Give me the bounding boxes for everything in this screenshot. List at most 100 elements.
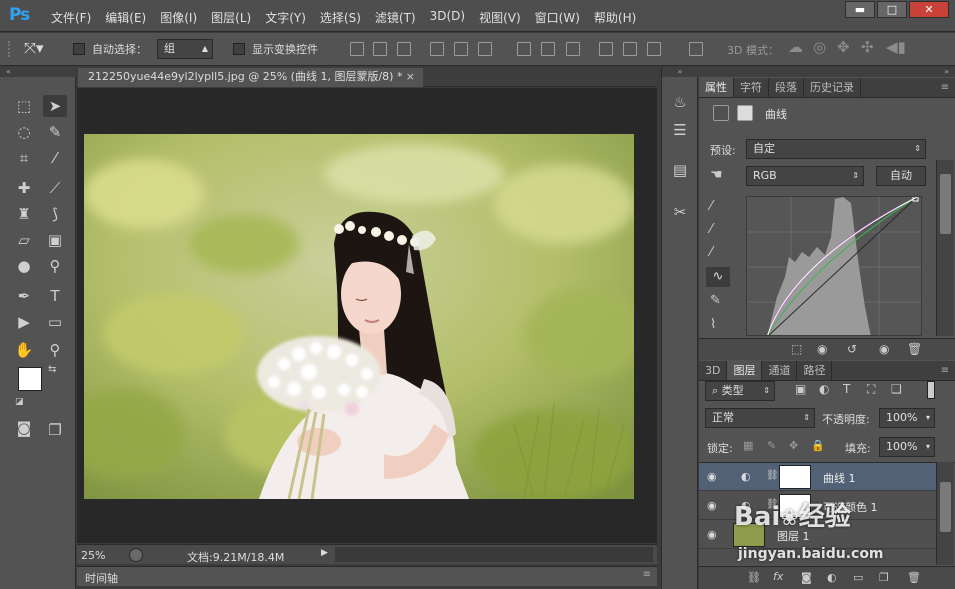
add-mask-icon[interactable]: ◙ <box>801 571 812 584</box>
properties-scroll-thumb[interactable] <box>940 174 951 234</box>
layer-row-curves[interactable]: ◉ ◐ ⛓ 曲线 1 <box>699 463 936 491</box>
show-transform-checkbox[interactable] <box>233 43 245 55</box>
distribute-right-icon[interactable] <box>647 42 661 56</box>
gray-point-eyedropper-icon[interactable]: ⁄ <box>710 222 712 237</box>
distribute-top-icon[interactable] <box>517 42 531 56</box>
quick-mask-icon[interactable]: ◙ <box>12 417 36 439</box>
view-previous-icon[interactable]: ◉ <box>817 342 827 356</box>
align-vcenter-icon[interactable] <box>373 42 387 56</box>
smooth-curve-icon[interactable]: ⌇ <box>710 317 716 332</box>
visibility-eye-icon[interactable]: ◉ <box>707 528 717 541</box>
layers-scroll-thumb[interactable] <box>940 482 951 532</box>
preset-dropdown[interactable]: 自定 ⇕ <box>746 139 926 159</box>
auto-select-dropdown[interactable]: 组 ▲ <box>157 39 213 59</box>
distribute-left-icon[interactable] <box>599 42 613 56</box>
layer-filter-dropdown[interactable]: ⌕ 类型 ⇕ <box>705 381 775 401</box>
lasso-tool-icon[interactable]: ◌ <box>12 121 36 143</box>
menu-file[interactable]: 文件(F) <box>51 9 91 26</box>
filter-pixel-icon[interactable]: ▣ <box>795 382 806 396</box>
menu-3d[interactable]: 3D(D) <box>430 9 465 26</box>
layers-menu-icon[interactable]: ≡ <box>941 361 955 380</box>
align-left-icon[interactable] <box>430 42 444 56</box>
status-menu-arrow-icon[interactable]: ▶ <box>321 548 328 558</box>
curves-graph[interactable] <box>746 196 922 336</box>
healing-brush-tool-icon[interactable]: ✚ <box>12 177 36 199</box>
dock-collapse-icon[interactable]: » <box>662 67 698 77</box>
align-right-icon[interactable] <box>478 42 492 56</box>
layers-scrollbar[interactable] <box>936 462 954 565</box>
reset-icon[interactable]: ↺ <box>847 342 857 356</box>
status-info-icon[interactable] <box>129 548 143 562</box>
tab-paths[interactable]: 路径 <box>797 361 833 380</box>
layer-mask-icon[interactable] <box>737 105 753 121</box>
menu-select[interactable]: 选择(S) <box>320 9 361 26</box>
new-group-icon[interactable]: ▭ <box>853 571 863 584</box>
channel-dropdown[interactable]: RGB ⇕ <box>746 166 864 186</box>
tab-history[interactable]: 历史记录 <box>804 78 861 97</box>
timeline-menu-icon[interactable]: ≡ <box>643 569 651 580</box>
filter-adjustment-icon[interactable]: ◐ <box>819 382 829 396</box>
layer-mask-thumbnail[interactable] <box>779 465 811 489</box>
foreground-color-swatch[interactable] <box>18 367 42 391</box>
close-window-button[interactable]: ✕ <box>909 1 949 18</box>
hand-tool-icon[interactable]: ✋ <box>12 339 36 361</box>
align-hcenter-icon[interactable] <box>454 42 468 56</box>
tool-presets-panel-icon[interactable]: ✂ <box>669 201 691 223</box>
quick-select-tool-icon[interactable]: ✎ <box>43 121 67 143</box>
properties-scrollbar[interactable] <box>936 160 954 336</box>
distribute-vcenter-icon[interactable] <box>541 42 555 56</box>
dodge-tool-icon[interactable]: ⚲ <box>43 255 67 277</box>
eyedropper-tool-icon[interactable]: ⁄ <box>43 147 67 169</box>
tab-3d[interactable]: 3D <box>699 361 728 380</box>
type-tool-icon[interactable]: T <box>43 285 67 307</box>
visibility-eye-icon[interactable]: ◉ <box>707 470 717 483</box>
document-tab[interactable]: 212250yue44e9yl2lypll5.jpg @ 25% (曲线 1, … <box>78 68 423 87</box>
filter-type-icon[interactable]: T <box>843 382 850 396</box>
chain-link-icon[interactable]: ⛓ <box>766 470 779 481</box>
layer-name[interactable]: 曲线 1 <box>823 470 856 486</box>
tab-paragraph[interactable]: 段落 <box>769 78 804 97</box>
distribute-bottom-icon[interactable] <box>566 42 580 56</box>
link-layers-icon[interactable]: ⛓ <box>747 571 761 584</box>
horizontal-scrollbar[interactable] <box>335 547 653 562</box>
lock-all-icon[interactable]: 🔒 <box>811 439 825 452</box>
tab-layers[interactable]: 图层 <box>727 361 763 380</box>
gradient-tool-icon[interactable]: ▣ <box>43 229 67 251</box>
tools-collapse-icon[interactable]: « <box>0 67 76 77</box>
actions-panel-icon[interactable]: ♨ <box>669 91 691 113</box>
filter-shape-icon[interactable]: ⛶ <box>867 382 875 397</box>
delete-adjustment-icon[interactable]: 🗑 <box>907 342 922 356</box>
marquee-tool-icon[interactable]: ⬚ <box>12 95 36 117</box>
maximize-button[interactable]: □ <box>877 1 907 18</box>
target-adjust-hand-icon[interactable]: ☚ <box>710 167 723 183</box>
menu-image[interactable]: 图像(I) <box>160 9 197 26</box>
crop-tool-icon[interactable]: ⌗ <box>12 147 36 169</box>
close-tab-icon[interactable]: × <box>406 68 415 86</box>
curve-point-tool-icon[interactable]: ∿ <box>706 267 730 287</box>
black-point-eyedropper-icon[interactable]: ⁄ <box>710 199 712 214</box>
curves-adjustment-icon[interactable] <box>713 105 729 121</box>
menu-filter[interactable]: 滤镜(T) <box>375 9 416 26</box>
clip-to-layer-icon[interactable]: ⬚ <box>791 342 802 356</box>
tab-character[interactable]: 字符 <box>734 78 769 97</box>
timeline-label[interactable]: 时间轴 <box>85 570 118 586</box>
tab-properties[interactable]: 属性 <box>699 78 734 97</box>
adjustments-panel-icon[interactable]: ☰ <box>669 119 691 141</box>
brush-tool-icon[interactable]: ⟋ <box>43 177 67 199</box>
screen-mode-icon[interactable]: ❐ <box>43 419 67 441</box>
document-image[interactable] <box>84 134 634 499</box>
default-colors-icon[interactable]: ◪ <box>15 397 24 407</box>
zoom-tool-icon[interactable]: ⚲ <box>43 339 67 361</box>
auto-align-icon[interactable] <box>689 42 703 56</box>
delete-layer-icon[interactable]: 🗑 <box>907 571 921 584</box>
visibility-eye-icon[interactable]: ◉ <box>879 342 889 356</box>
pen-tool-icon[interactable]: ✒ <box>12 285 36 307</box>
lock-transparent-icon[interactable]: ▦ <box>743 439 753 452</box>
auto-button[interactable]: 自动 <box>876 166 926 186</box>
blur-tool-icon[interactable]: ● <box>12 255 36 277</box>
path-select-tool-icon[interactable]: ▶ <box>12 311 36 333</box>
minimize-button[interactable]: ▬ <box>845 1 875 18</box>
eraser-tool-icon[interactable]: ▱ <box>12 229 36 251</box>
zoom-level[interactable]: 25% <box>81 549 105 562</box>
fill-field[interactable]: 100% ▾ <box>879 437 935 457</box>
